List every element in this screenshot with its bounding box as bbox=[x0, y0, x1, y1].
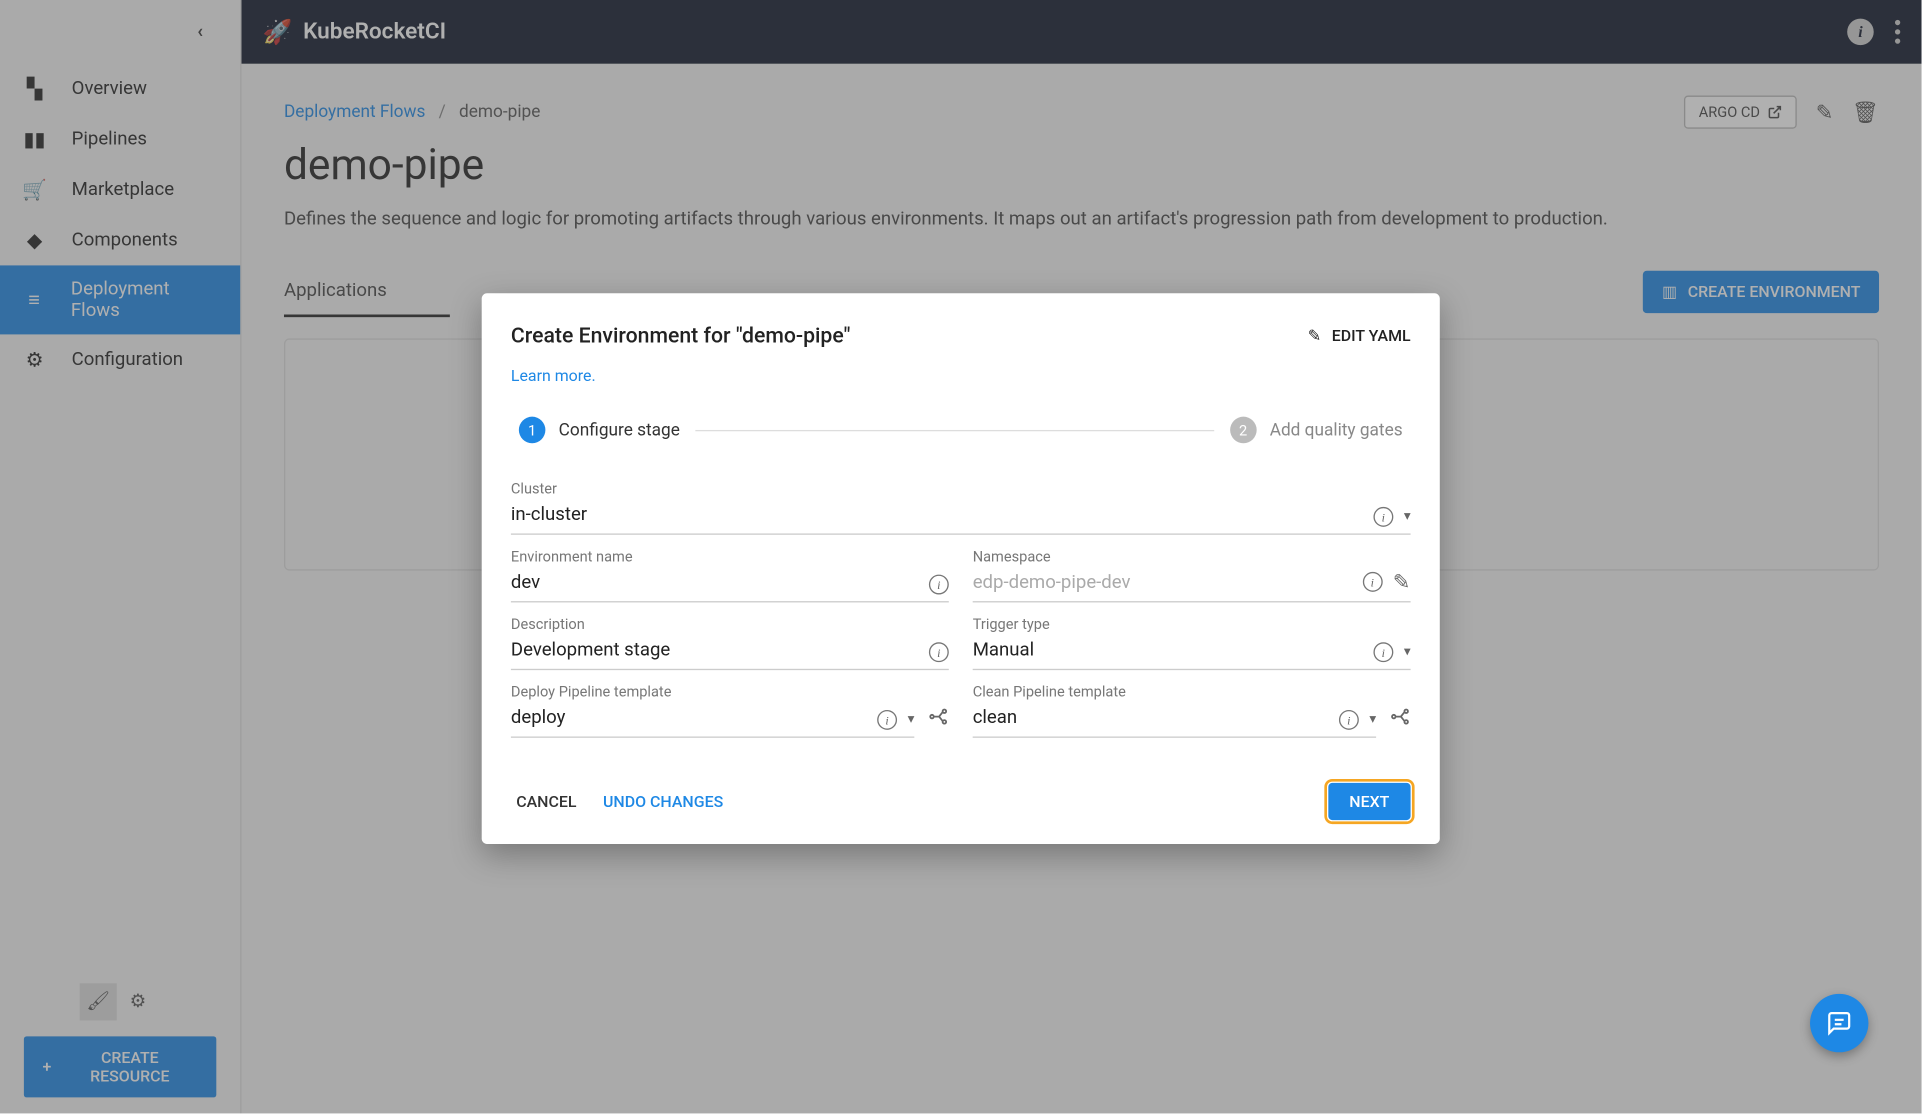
step-2-circle: 2 bbox=[1230, 417, 1257, 444]
clean-pipeline-input[interactable] bbox=[973, 702, 1376, 738]
chevron-down-icon[interactable]: ▾ bbox=[1369, 713, 1376, 728]
chevron-down-icon[interactable]: ▾ bbox=[1404, 645, 1411, 660]
flow-graph-icon[interactable] bbox=[928, 706, 949, 727]
undo-changes-button[interactable]: UNDO CHANGES bbox=[598, 784, 729, 819]
pencil-icon[interactable]: ✎ bbox=[1393, 569, 1411, 594]
step-configure-stage[interactable]: 1 Configure stage bbox=[519, 417, 680, 444]
step-1-circle: 1 bbox=[519, 417, 546, 444]
cluster-field[interactable]: Cluster i ▾ bbox=[511, 480, 1411, 534]
chevron-down-icon[interactable]: ▾ bbox=[1404, 510, 1411, 525]
namespace-input[interactable] bbox=[973, 567, 1411, 603]
next-button[interactable]: NEXT bbox=[1328, 783, 1411, 820]
info-icon[interactable]: i bbox=[929, 575, 949, 595]
cluster-input[interactable] bbox=[511, 499, 1411, 535]
chat-fab[interactable] bbox=[1810, 994, 1868, 1052]
deploy-pipeline-field[interactable]: Deploy Pipeline template i ▾ bbox=[511, 683, 914, 737]
info-icon[interactable]: i bbox=[929, 642, 949, 662]
learn-more-link[interactable]: Learn more. bbox=[511, 366, 1411, 385]
step-add-quality-gates[interactable]: 2 Add quality gates bbox=[1230, 417, 1403, 444]
info-icon[interactable]: i bbox=[877, 710, 897, 730]
description-field[interactable]: Description i bbox=[511, 616, 949, 670]
flow-graph-icon[interactable] bbox=[1389, 706, 1410, 727]
deploy-pipeline-input[interactable] bbox=[511, 702, 914, 738]
create-environment-modal: Create Environment for "demo-pipe" ✎ EDI… bbox=[482, 293, 1440, 844]
chevron-down-icon[interactable]: ▾ bbox=[908, 713, 915, 728]
namespace-field[interactable]: Namespace i ✎ bbox=[973, 548, 1411, 602]
chat-icon bbox=[1826, 1010, 1853, 1037]
info-icon[interactable]: i bbox=[1373, 507, 1393, 527]
clean-pipeline-field[interactable]: Clean Pipeline template i ▾ bbox=[973, 683, 1376, 737]
trigger-type-input[interactable] bbox=[973, 634, 1411, 670]
environment-name-field[interactable]: Environment name i bbox=[511, 548, 949, 602]
info-icon[interactable]: i bbox=[1339, 710, 1359, 730]
edit-yaml-button[interactable]: ✎ EDIT YAML bbox=[1308, 326, 1411, 345]
cancel-button[interactable]: CANCEL bbox=[511, 784, 582, 819]
stepper: 1 Configure stage 2 Add quality gates bbox=[511, 417, 1411, 444]
info-icon[interactable]: i bbox=[1362, 572, 1382, 592]
pencil-icon: ✎ bbox=[1308, 326, 1321, 345]
info-icon[interactable]: i bbox=[1373, 642, 1393, 662]
modal-title: Create Environment for "demo-pipe" bbox=[511, 322, 850, 347]
trigger-type-field[interactable]: Trigger type i ▾ bbox=[973, 616, 1411, 670]
environment-name-input[interactable] bbox=[511, 567, 949, 603]
description-input[interactable] bbox=[511, 634, 949, 670]
